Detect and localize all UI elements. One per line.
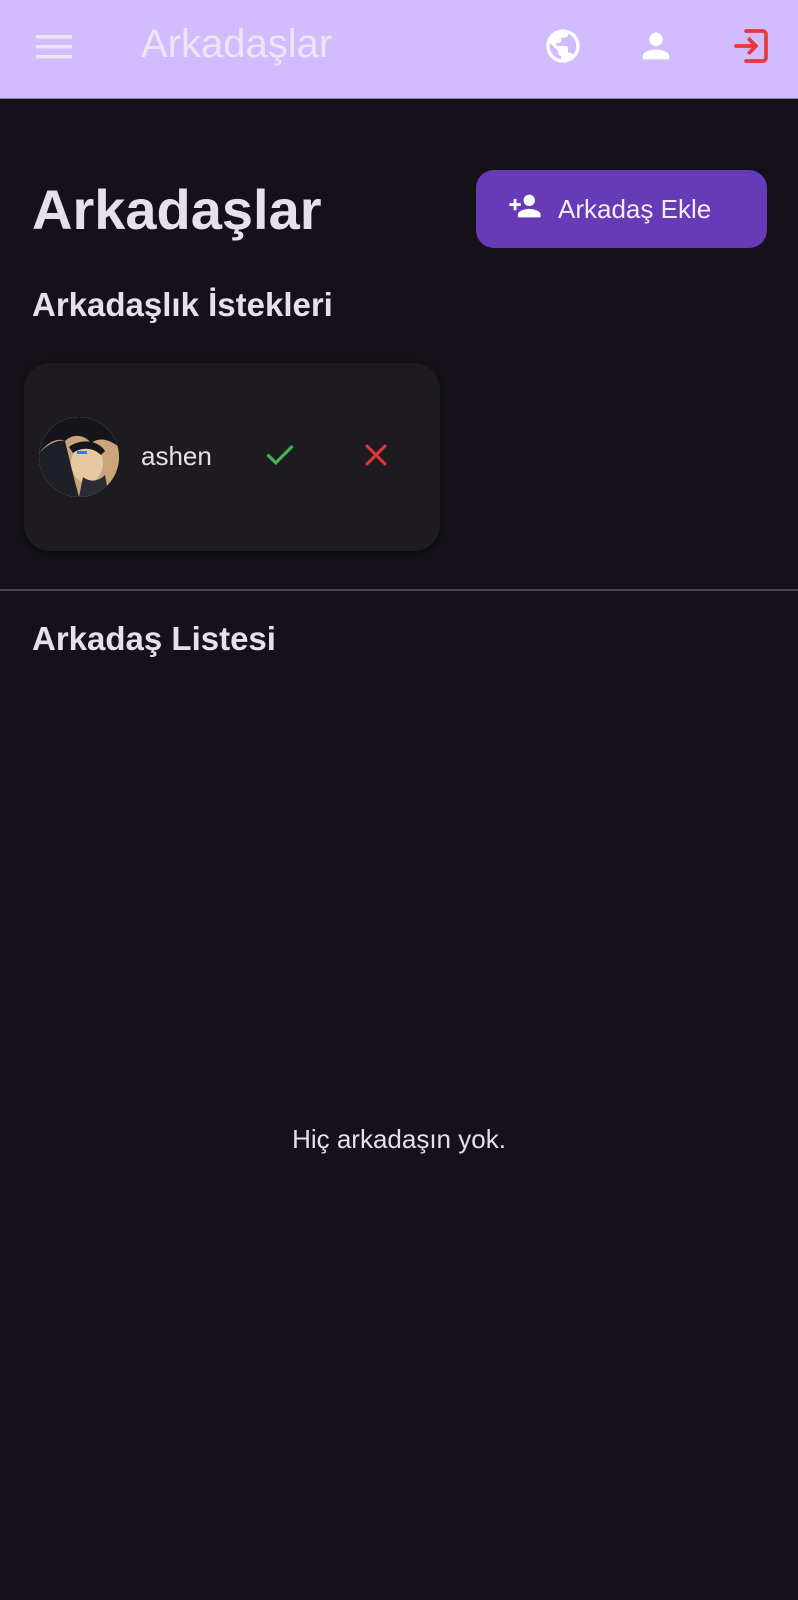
add-friend-button-label: Arkadaş Ekle bbox=[558, 193, 712, 224]
friend-list-title: Arkadaş Listesi bbox=[32, 620, 276, 657]
logout-button[interactable] bbox=[723, 20, 779, 76]
add-friend-button[interactable]: Arkadaş Ekle bbox=[476, 170, 767, 248]
app-bar: Arkadaşlar bbox=[0, 0, 798, 99]
menu-icon bbox=[36, 33, 72, 66]
page-title: Arkadaşlar bbox=[32, 178, 322, 241]
close-icon bbox=[361, 440, 391, 475]
avatar bbox=[39, 417, 119, 497]
profile-button[interactable] bbox=[628, 20, 684, 76]
friend-requests-title: Arkadaşlık İstekleri bbox=[32, 286, 333, 323]
globe-icon bbox=[543, 26, 583, 71]
accept-request-button[interactable] bbox=[256, 433, 304, 481]
language-button[interactable] bbox=[535, 20, 591, 76]
empty-friends-message: Hiç arkadaşın yok. bbox=[292, 1124, 506, 1154]
section-divider bbox=[0, 589, 798, 591]
app-bar-title: Arkadaşlar bbox=[141, 22, 333, 66]
friend-request-card: ashen bbox=[24, 363, 440, 551]
person-add-icon bbox=[508, 189, 542, 230]
menu-button[interactable] bbox=[30, 25, 78, 73]
check-icon bbox=[263, 438, 297, 477]
decline-request-button[interactable] bbox=[352, 433, 400, 481]
person-icon bbox=[636, 26, 676, 71]
request-username: ashen bbox=[141, 441, 212, 471]
logout-icon bbox=[731, 26, 771, 71]
